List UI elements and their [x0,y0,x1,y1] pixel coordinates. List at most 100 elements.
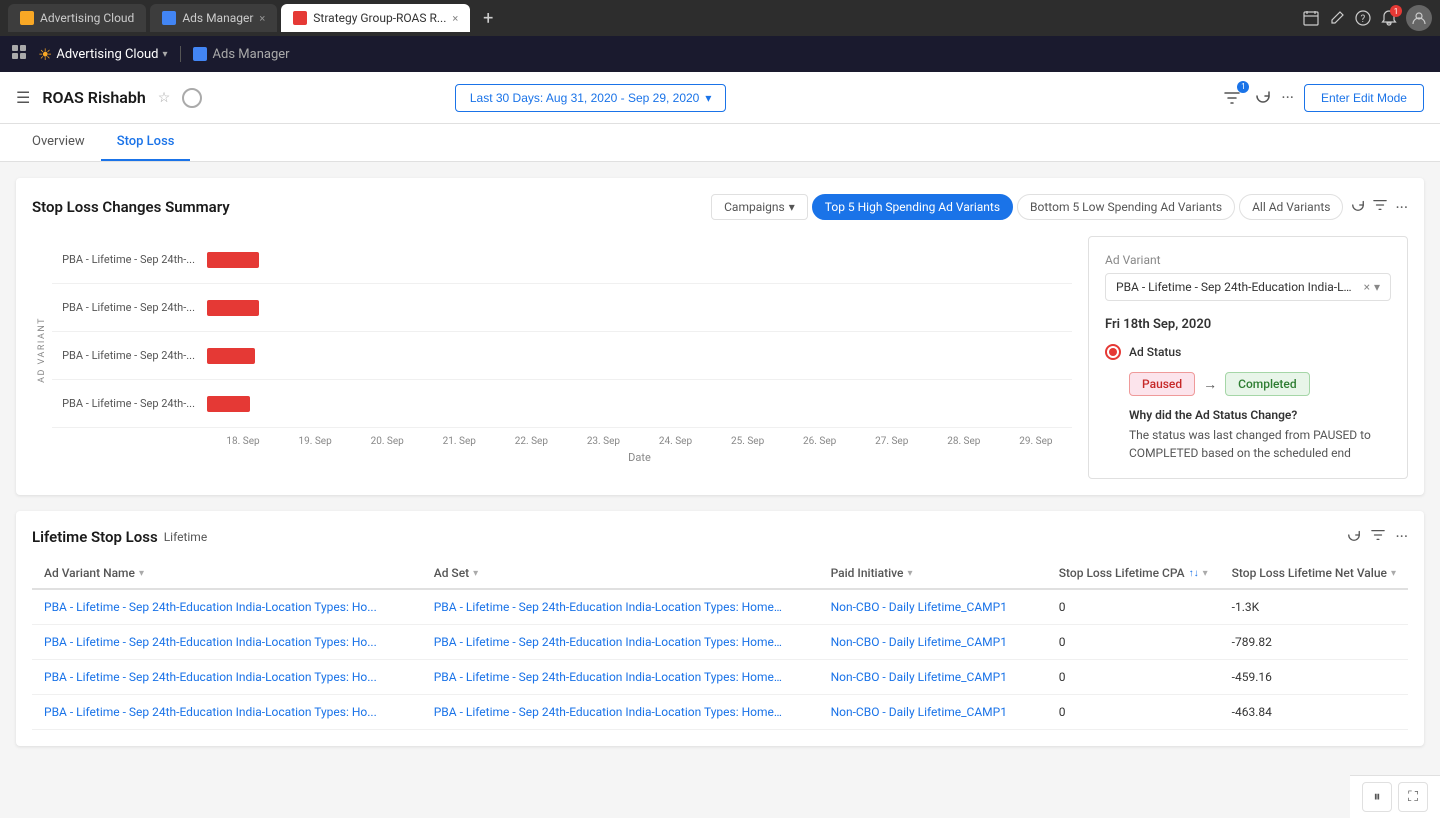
table-refresh-icon[interactable] [1347,528,1361,546]
table-more-icon[interactable]: ··· [1395,527,1408,546]
page-title: ROAS Rishabh [42,88,145,107]
status-completed-badge: Completed [1225,372,1310,396]
th-chevron-ad-set: ▾ [473,568,478,579]
ad-variant-link-4[interactable]: PBA - Lifetime - Sep 24th-Education Indi… [44,705,394,719]
chart-more-icon[interactable]: ··· [1395,198,1408,217]
th-ad-set[interactable]: Ad Set ▾ [422,558,819,589]
ad-variant-clear-icon[interactable]: × [1364,280,1370,294]
tab-close-ads-manager[interactable]: × [259,12,265,25]
td-cpa-3: 0 [1047,660,1220,695]
chart-refresh-icon[interactable] [1351,198,1365,216]
table-row: PBA - Lifetime - Sep 24th-Education Indi… [32,695,1408,730]
tab-strategy-group[interactable]: Strategy Group-ROAS R... × [281,4,470,32]
user-avatar[interactable] [1406,5,1432,31]
calendar-icon[interactable] [1302,9,1320,27]
td-ad-set-1: PBA - Lifetime - Sep 24th-Education Indi… [422,589,819,625]
ad-variant-select[interactable]: PBA - Lifetime - Sep 24th-Education Indi… [1105,273,1391,301]
ad-variant-link-2[interactable]: PBA - Lifetime - Sep 24th-Education Indi… [44,635,394,649]
pause-toolbar-icon[interactable]: ⏸ [1362,782,1392,812]
x-tick-0: 18. Sep [207,436,279,447]
chart-bar-3 [207,348,255,364]
favorite-star-icon[interactable]: ☆ [158,90,171,106]
enter-edit-mode-button[interactable]: Enter Edit Mode [1304,84,1424,112]
ad-set-link-2[interactable]: PBA - Lifetime - Sep 24th-Education Indi… [434,635,784,649]
help-icon[interactable]: ? [1354,9,1372,27]
refresh-icon[interactable] [1255,88,1271,108]
campaigns-filter[interactable]: Campaigns ▾ [711,194,808,220]
more-options-icon[interactable]: ··· [1281,88,1294,107]
paid-initiative-link-4[interactable]: Non-CBO - Daily Lifetime_CAMP1 [831,705,1035,719]
chart-bar-2 [207,300,259,316]
ad-set-link-4[interactable]: PBA - Lifetime - Sep 24th-Education Indi… [434,705,784,719]
ad-variant-link-3[interactable]: PBA - Lifetime - Sep 24th-Education Indi… [44,670,394,684]
x-tick-4: 22. Sep [495,436,567,447]
hamburger-icon[interactable]: ☰ [16,88,30,107]
th-paid-initiative[interactable]: Paid Initiative ▾ [819,558,1047,589]
ad-variant-link-1[interactable]: PBA - Lifetime - Sep 24th-Education Indi… [44,600,394,614]
tab-icon-strategy-group [293,11,307,25]
tab-advertising-cloud[interactable]: Advertising Cloud [8,4,146,32]
chart-filter-icon[interactable] [1373,198,1387,216]
content-area: Stop Loss Changes Summary Campaigns ▾ To… [0,162,1440,818]
advertising-cloud-link[interactable]: ☀ Advertising Cloud ▾ [38,45,168,64]
header-actions: 1 ··· Enter Edit Mode [1219,84,1424,112]
chart-row-3: PBA - Lifetime - Sep 24th-... [52,332,1072,380]
paid-initiative-link-3[interactable]: Non-CBO - Daily Lifetime_CAMP1 [831,670,1035,684]
app-bar: ☀ Advertising Cloud ▾ Ads Manager [0,36,1440,72]
th-ad-variant-name[interactable]: Ad Variant Name ▾ [32,558,422,589]
ad-set-link-1[interactable]: PBA - Lifetime - Sep 24th-Education Indi… [434,600,784,614]
tab-overview[interactable]: Overview [16,124,101,161]
chart-bar-area-2 [207,298,1072,318]
td-net-value-1: -1.3K [1220,589,1408,625]
ad-status-radio[interactable] [1105,344,1121,360]
grid-icon[interactable] [12,45,26,63]
tab-ads-manager[interactable]: Ads Manager × [150,4,277,32]
advertising-cloud-chevron: ▾ [163,49,168,60]
td-ad-variant-4: PBA - Lifetime - Sep 24th-Education Indi… [32,695,422,730]
chart-bar-4 [207,396,250,412]
tab-close-strategy-group[interactable]: × [452,12,458,25]
browser-right-icons: ? 1 [1302,5,1432,31]
top5-pill[interactable]: Top 5 High Spending Ad Variants [812,194,1013,220]
x-tick-11: 29. Sep [1000,436,1072,447]
section-header: Stop Loss Changes Summary Campaigns ▾ To… [32,194,1408,220]
paid-initiative-link-1[interactable]: Non-CBO - Daily Lifetime_CAMP1 [831,600,1035,614]
td-ad-variant-1: PBA - Lifetime - Sep 24th-Education Indi… [32,589,422,625]
table-subtitle: Lifetime [164,530,208,544]
td-ad-variant-3: PBA - Lifetime - Sep 24th-Education Indi… [32,660,422,695]
ad-variant-select-value: PBA - Lifetime - Sep 24th-Education Indi… [1116,280,1356,294]
all-pill[interactable]: All Ad Variants [1239,194,1343,220]
date-range-button[interactable]: Last 30 Days: Aug 31, 2020 - Sep 29, 202… [455,84,727,112]
tab-label-ads-manager: Ads Manager [182,11,253,25]
expand-toolbar-icon[interactable]: ⛶ [1398,782,1428,812]
chart-row-label-2: PBA - Lifetime - Sep 24th-... [52,301,207,314]
td-cpa-2: 0 [1047,625,1220,660]
chart-main: AD VARIANT PBA - Lifetime - Sep 24th-...… [32,236,1072,479]
date-range-label: Last 30 Days: Aug 31, 2020 - Sep 29, 202… [470,91,700,105]
change-reason-label: Why did the Ad Status Change? [1129,408,1391,422]
date-range-section: Last 30 Days: Aug 31, 2020 - Sep 29, 202… [455,84,727,112]
sort-active-icon: ↑↓ [1189,568,1199,579]
table-section-header: Lifetime Stop Loss Lifetime ··· [32,527,1408,546]
chart-bar-area-3 [207,346,1072,366]
filter-icon[interactable]: 1 [1219,85,1245,111]
th-stop-loss-cpa[interactable]: Stop Loss Lifetime CPA ↑↓ ▾ [1047,558,1220,589]
advertising-cloud-label: Advertising Cloud [56,47,158,62]
ads-manager-app-tab[interactable]: Ads Manager [193,47,290,62]
chart-row-4: PBA - Lifetime - Sep 24th-... [52,380,1072,428]
tab-icon-advertising-cloud [20,11,34,25]
edit-icon[interactable] [1328,9,1346,27]
paid-initiative-link-2[interactable]: Non-CBO - Daily Lifetime_CAMP1 [831,635,1035,649]
table-filter-icon[interactable] [1371,528,1385,546]
tab-add-button[interactable]: + [474,4,502,32]
bottom5-pill[interactable]: Bottom 5 Low Spending Ad Variants [1017,194,1235,220]
status-transition: Paused → Completed [1129,372,1391,396]
notification-icon[interactable]: 1 [1380,9,1398,27]
ad-set-link-3[interactable]: PBA - Lifetime - Sep 24th-Education Indi… [434,670,784,684]
chart-body: AD VARIANT PBA - Lifetime - Sep 24th-...… [32,236,1072,464]
tab-stop-loss[interactable]: Stop Loss [101,124,191,161]
th-stop-loss-net-value[interactable]: Stop Loss Lifetime Net Value ▾ [1220,558,1408,589]
td-cpa-4: 0 [1047,695,1220,730]
ad-variant-chevron-icon[interactable]: ▾ [1374,280,1380,294]
table-row: PBA - Lifetime - Sep 24th-Education Indi… [32,625,1408,660]
